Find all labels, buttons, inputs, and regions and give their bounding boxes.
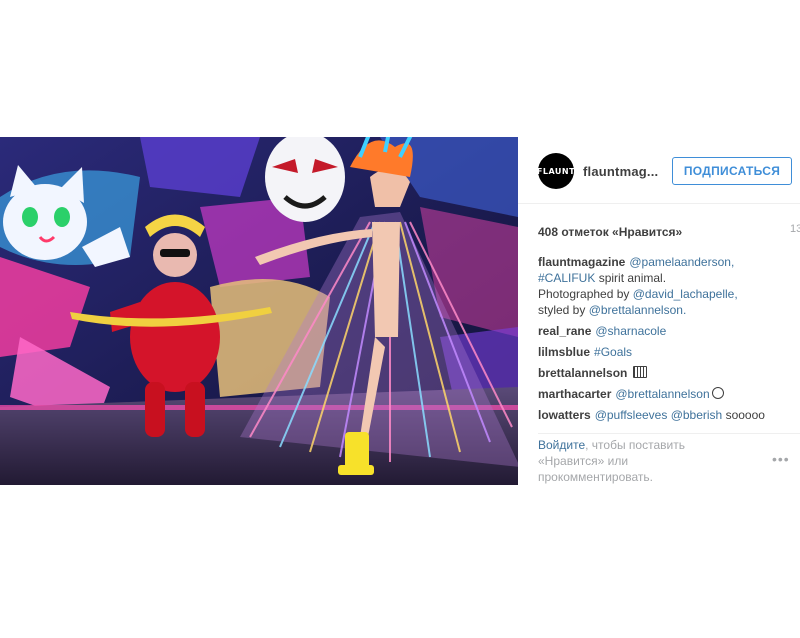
likes-row: 408 отметок «Нравится» 13 ч (538, 223, 800, 241)
follow-button[interactable]: ПОДПИСАТЬСЯ (672, 157, 792, 185)
post-photo-illustration (0, 137, 518, 485)
comment: real_rane @sharnacole (538, 323, 793, 339)
emoji-face-icon (711, 387, 724, 399)
login-link[interactable]: Войдите (538, 438, 585, 452)
comment: brettalannelson (538, 365, 793, 381)
caption-line-1: flauntmagazine @pamelaanderson, (538, 254, 793, 270)
emoji-icon (633, 366, 648, 378)
caption-text: spirit animal. (595, 271, 667, 285)
comment-mention[interactable]: @sharnacole (595, 324, 666, 338)
divider (538, 433, 800, 434)
caption-mention[interactable]: @david_lachapelle, (633, 287, 738, 301)
comment-text: sooooo (722, 408, 765, 422)
caption-text: Photographed by (538, 287, 633, 301)
caption-line-4: styled by @brettalannelson. (538, 302, 793, 318)
comment-mention[interactable]: @puffsleeves @bberish (595, 408, 723, 422)
comment-user-link[interactable]: brettalannelson (538, 366, 627, 380)
comment: lilmsblue #Goals (538, 344, 793, 360)
post-sidebar: FLAUNT flauntmag... ПОДПИСАТЬСЯ 408 отме… (518, 137, 800, 485)
username-link[interactable]: flauntmag... (583, 164, 658, 179)
avatar[interactable]: FLAUNT (537, 153, 575, 189)
caption-mention[interactable]: @brettalannelson. (589, 303, 687, 317)
comment-hashtag[interactable]: #Goals (594, 345, 632, 359)
comment-mention[interactable]: @brettalannelson (615, 387, 709, 401)
comment-user-link[interactable]: lilmsblue (538, 345, 590, 359)
more-options-icon[interactable]: ••• (772, 451, 790, 467)
likes-count[interactable]: 408 отметок «Нравится» (538, 225, 682, 239)
comment-user-link[interactable]: marthacarter (538, 387, 611, 401)
post-timestamp[interactable]: 13 ч (790, 223, 800, 235)
comment: marthacarter @brettalannelson (538, 386, 793, 402)
comment: lowatters @puffsleeves @bberish sooooo (538, 407, 793, 423)
comment-user-link[interactable]: real_rane (538, 324, 591, 338)
caption: flauntmagazine @pamelaanderson, #CALIFUK … (538, 254, 793, 318)
caption-line-2: #CALIFUK spirit animal. (538, 270, 793, 286)
caption-user-link[interactable]: flauntmagazine (538, 255, 625, 269)
caption-text: styled by (538, 303, 589, 317)
post-header: FLAUNT flauntmag... ПОДПИСАТЬСЯ (518, 137, 800, 204)
instagram-post-embed: FLAUNT flauntmag... ПОДПИСАТЬСЯ 408 отме… (0, 137, 800, 485)
caption-line-3: Photographed by @david_lachapelle, (538, 286, 793, 302)
caption-mention[interactable]: @pamelaanderson, (629, 255, 734, 269)
caption-hashtag[interactable]: #CALIFUK (538, 271, 595, 285)
post-photo[interactable] (0, 137, 518, 485)
comments-list: flauntmagazine @pamelaanderson, #CALIFUK … (538, 254, 793, 428)
comment-user-link[interactable]: lowatters (538, 408, 591, 422)
login-prompt: Войдите, чтобы поставить «Нравится» или … (538, 437, 728, 485)
